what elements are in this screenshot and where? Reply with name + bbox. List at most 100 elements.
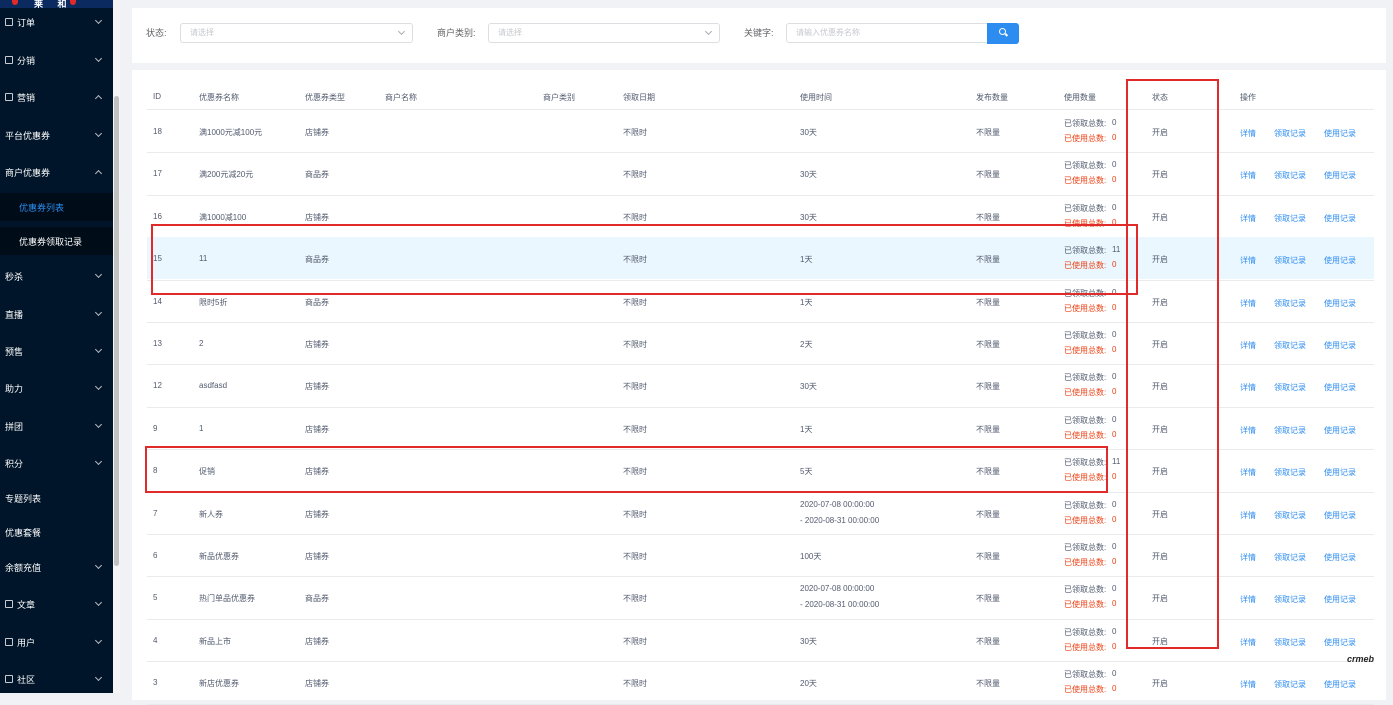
sidebar-item-12[interactable]: 积分 [0,449,113,477]
cell-id: 18 [153,127,162,136]
keyword-input[interactable]: 请输入优惠券名称 [786,23,989,43]
receive-record-link[interactable]: 领取记录 [1274,510,1306,521]
sidebar-item-1[interactable]: 分销 [0,46,113,74]
sidebar-item-11[interactable]: 拼团 [0,412,113,440]
sidebar-item-7[interactable]: 秒杀 [0,262,113,290]
use-record-link[interactable]: 使用记录 [1324,298,1356,309]
sidebar-item-8[interactable]: 直播 [0,300,113,328]
detail-link[interactable]: 详情 [1240,467,1256,478]
detail-link[interactable]: 详情 [1240,552,1256,563]
sidebar-item-10[interactable]: 助力 [0,374,113,402]
detail-link[interactable]: 详情 [1240,679,1256,690]
receive-record-link[interactable]: 领取记录 [1274,679,1306,690]
detail-link[interactable]: 详情 [1240,510,1256,521]
use-record-link[interactable]: 使用记录 [1324,594,1356,605]
cell-publish-count: 不限量 [976,340,1000,349]
use-record-link[interactable]: 使用记录 [1324,679,1356,690]
row-divider [147,406,1374,408]
receive-record-link[interactable]: 领取记录 [1274,213,1306,224]
row-divider [147,618,1374,620]
receive-record-link[interactable]: 领取记录 [1274,594,1306,605]
cell-used-count: 0 [1112,429,1117,439]
receive-record-link[interactable]: 领取记录 [1274,255,1306,266]
receive-record-link[interactable]: 领取记录 [1274,340,1306,351]
use-record-link[interactable]: 使用记录 [1324,637,1356,648]
detail-link[interactable]: 详情 [1240,340,1256,351]
cell-received-label: 已领取总数: [1064,670,1107,680]
sidebar-item-14[interactable]: 优惠套餐 [0,518,113,546]
row-divider [147,661,1374,663]
sidebar-item-6[interactable]: 优惠券领取记录 [0,227,113,255]
sidebar-item-17[interactable]: 用户 [0,628,113,656]
use-record-link[interactable]: 使用记录 [1324,510,1356,521]
sidebar-item-13[interactable]: 专题列表 [0,484,113,512]
use-record-link[interactable]: 使用记录 [1324,552,1356,563]
cell-receive-date: 不限时 [623,255,647,265]
cell-id: 6 [153,551,158,560]
cell-use-time-end: - 2020-08-31 00:00:00 [800,600,880,610]
use-record-link[interactable]: 使用记录 [1324,425,1356,436]
cell-publish-count: 不限量 [976,636,1000,646]
sidebar: 莱 和 订单 分销 营销 平台优惠券 商户优惠券 优惠券列表 优惠券领取记录 秒杀 直播 预售 助力… [0,0,113,693]
receive-record-link[interactable]: 领取记录 [1274,170,1306,181]
sidebar-item-2[interactable]: 营销 [0,83,113,111]
cell-status: 开启 [1152,636,1168,646]
sidebar-item-9[interactable]: 预售 [0,337,113,365]
cell-received-label: 已领取总数: [1064,331,1107,340]
use-record-link[interactable]: 使用记录 [1324,213,1356,224]
receive-record-link[interactable]: 领取记录 [1274,425,1306,436]
detail-link[interactable]: 详情 [1240,213,1256,224]
sidebar-scrollbar-thumb[interactable] [114,96,119,566]
receive-record-link[interactable]: 领取记录 [1274,552,1306,563]
row-divider [147,152,1374,154]
receive-record-link[interactable]: 领取记录 [1274,298,1306,309]
cell-received-label: 已领取总数: [1064,500,1107,510]
use-record-link[interactable]: 使用记录 [1324,382,1356,393]
cell-status: 开启 [1152,212,1168,222]
receive-record-link[interactable]: 领取记录 [1274,382,1306,393]
sidebar-scrollbar[interactable] [113,0,120,693]
cell-received-count: 0 [1112,584,1117,594]
sidebar-item-5[interactable]: 优惠券列表 [0,193,113,221]
sidebar-item-15[interactable]: 余额充值 [0,553,113,581]
use-record-link[interactable]: 使用记录 [1324,255,1356,266]
status-select[interactable]: 请选择 [180,23,413,43]
menu-icon [5,93,13,101]
receive-record-link[interactable]: 领取记录 [1274,128,1306,139]
cell-received-count: 0 [1112,118,1117,127]
cell-coupon-name: 热门单品优惠券 [199,594,255,604]
detail-link[interactable]: 详情 [1240,637,1256,648]
cell-status: 开启 [1152,255,1168,265]
use-record-link[interactable]: 使用记录 [1324,467,1356,478]
search-button[interactable] [987,23,1019,44]
sidebar-item-0[interactable]: 订单 [0,8,113,36]
cell-used-count: 0 [1112,345,1117,354]
cell-used-count: 0 [1112,684,1117,694]
cell-receive-date: 不限时 [623,128,647,137]
use-record-link[interactable]: 使用记录 [1324,340,1356,351]
sidebar-item-label: 分销 [17,55,36,66]
use-record-link[interactable]: 使用记录 [1324,170,1356,181]
detail-link[interactable]: 详情 [1240,255,1256,266]
cell-used-count: 0 [1112,302,1117,312]
use-record-link[interactable]: 使用记录 [1324,128,1356,139]
sidebar-item-3[interactable]: 平台优惠券 [0,121,113,149]
merchant-type-select[interactable]: 请选择 [488,23,720,43]
sidebar-item-4[interactable]: 商户优惠券 [0,158,113,186]
cell-use-time: 5天 [800,467,813,477]
cell-coupon-type: 店铺券 [305,467,329,477]
detail-link[interactable]: 详情 [1240,594,1256,605]
cell-status: 开启 [1152,594,1168,604]
detail-link[interactable]: 详情 [1240,298,1256,309]
cell-coupon-name: 1 [199,423,204,433]
detail-link[interactable]: 详情 [1240,425,1256,436]
receive-record-link[interactable]: 领取记录 [1274,467,1306,478]
receive-record-link[interactable]: 领取记录 [1274,637,1306,648]
detail-link[interactable]: 详情 [1240,128,1256,139]
cell-use-time: 20天 [800,679,817,689]
detail-link[interactable]: 详情 [1240,382,1256,393]
detail-link[interactable]: 详情 [1240,170,1256,181]
cell-used-label: 已使用总数: [1064,473,1107,483]
sidebar-item-18[interactable]: 社区 [0,665,113,693]
sidebar-item-16[interactable]: 文章 [0,590,113,618]
